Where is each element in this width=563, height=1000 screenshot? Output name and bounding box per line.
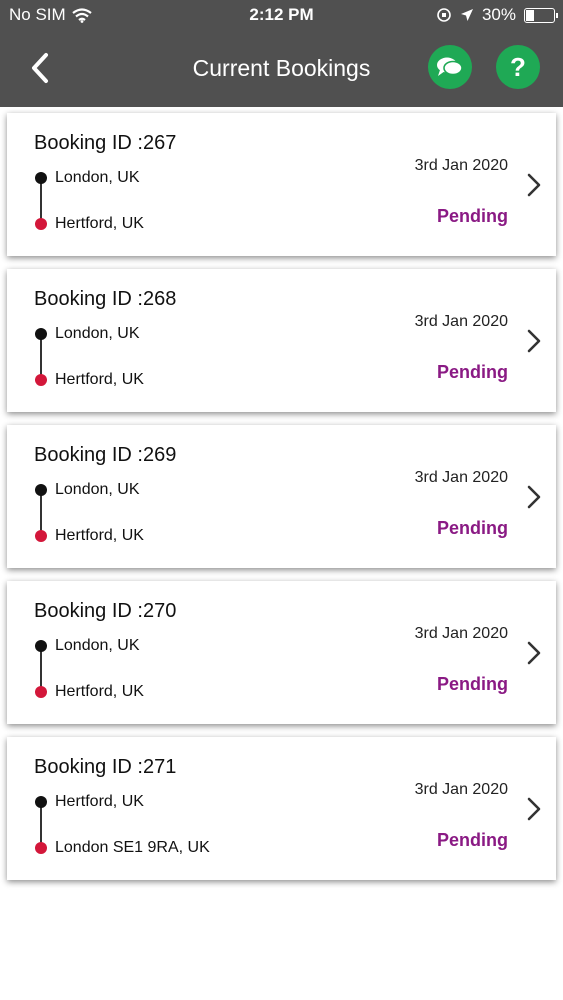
chevron-right-icon[interactable] bbox=[526, 484, 542, 510]
origin-dot bbox=[35, 172, 47, 184]
origin-dot bbox=[35, 640, 47, 652]
booking-date: 3rd Jan 2020 bbox=[414, 781, 508, 798]
pickup-location: London, UK bbox=[55, 325, 140, 342]
booking-id: Booking ID :270 bbox=[34, 600, 177, 622]
booking-date: 3rd Jan 2020 bbox=[414, 469, 508, 486]
orientation-lock-icon bbox=[437, 8, 451, 22]
booking-card[interactable]: Booking ID :268 London, UK Hertford, UK … bbox=[7, 269, 556, 412]
booking-id: Booking ID :267 bbox=[34, 132, 177, 154]
booking-id: Booking ID :269 bbox=[34, 444, 177, 466]
status-right-group: 30% bbox=[436, 5, 558, 25]
origin-dot bbox=[35, 796, 47, 808]
origin-dot bbox=[35, 328, 47, 340]
status-label: Pending bbox=[437, 206, 508, 226]
booking-card[interactable]: Booking ID :271 Hertford, UK London SE1 … bbox=[7, 737, 556, 880]
battery-icon bbox=[524, 7, 558, 23]
chevron-right-icon[interactable] bbox=[526, 796, 542, 822]
booking-id: Booking ID :271 bbox=[34, 756, 177, 778]
chevron-right-icon[interactable] bbox=[526, 640, 542, 666]
dropoff-location: Hertford, UK bbox=[55, 371, 144, 388]
origin-dot bbox=[35, 484, 47, 496]
status-label: Pending bbox=[437, 674, 508, 694]
booking-list: Booking ID :267 London, UK Hertford, UK … bbox=[7, 113, 556, 893]
battery-fill bbox=[526, 9, 534, 21]
pickup-location: Hertford, UK bbox=[55, 793, 144, 810]
question-mark-icon: ? bbox=[510, 51, 526, 82]
booking-date: 3rd Jan 2020 bbox=[414, 157, 508, 174]
destination-dot bbox=[35, 530, 47, 542]
destination-dot bbox=[35, 218, 47, 230]
page-title: Current Bookings bbox=[192, 55, 371, 81]
pickup-location: London, UK bbox=[55, 169, 140, 186]
location-arrow-icon bbox=[460, 9, 473, 21]
help-button[interactable]: ? bbox=[496, 45, 540, 89]
app-header: Current Bookings ? bbox=[0, 30, 563, 107]
booking-card[interactable]: Booking ID :269 London, UK Hertford, UK … bbox=[7, 425, 556, 568]
booking-card[interactable]: Booking ID :270 London, UK Hertford, UK … bbox=[7, 581, 556, 724]
booking-date: 3rd Jan 2020 bbox=[414, 625, 508, 642]
booking-id: Booking ID :268 bbox=[34, 288, 177, 310]
status-bar: No SIM 2:12 PM 30% bbox=[0, 0, 563, 30]
dropoff-location: London SE1 9RA, UK bbox=[55, 839, 210, 856]
battery-percent: 30% bbox=[481, 5, 516, 24]
booking-card[interactable]: Booking ID :267 London, UK Hertford, UK … bbox=[7, 113, 556, 256]
dropoff-location: Hertford, UK bbox=[55, 215, 144, 232]
status-label: Pending bbox=[437, 518, 508, 538]
destination-dot bbox=[35, 686, 47, 698]
dropoff-location: Hertford, UK bbox=[55, 683, 144, 700]
chat-bubbles-icon bbox=[437, 57, 463, 76]
chat-button[interactable] bbox=[428, 45, 472, 89]
status-label: Pending bbox=[437, 362, 508, 382]
chevron-right-icon[interactable] bbox=[526, 172, 542, 198]
dropoff-location: Hertford, UK bbox=[55, 527, 144, 544]
destination-dot bbox=[35, 842, 47, 854]
chevron-right-icon[interactable] bbox=[526, 328, 542, 354]
destination-dot bbox=[35, 374, 47, 386]
pickup-location: London, UK bbox=[55, 637, 140, 654]
status-label: Pending bbox=[437, 830, 508, 850]
pickup-location: London, UK bbox=[55, 481, 140, 498]
booking-date: 3rd Jan 2020 bbox=[414, 313, 508, 330]
